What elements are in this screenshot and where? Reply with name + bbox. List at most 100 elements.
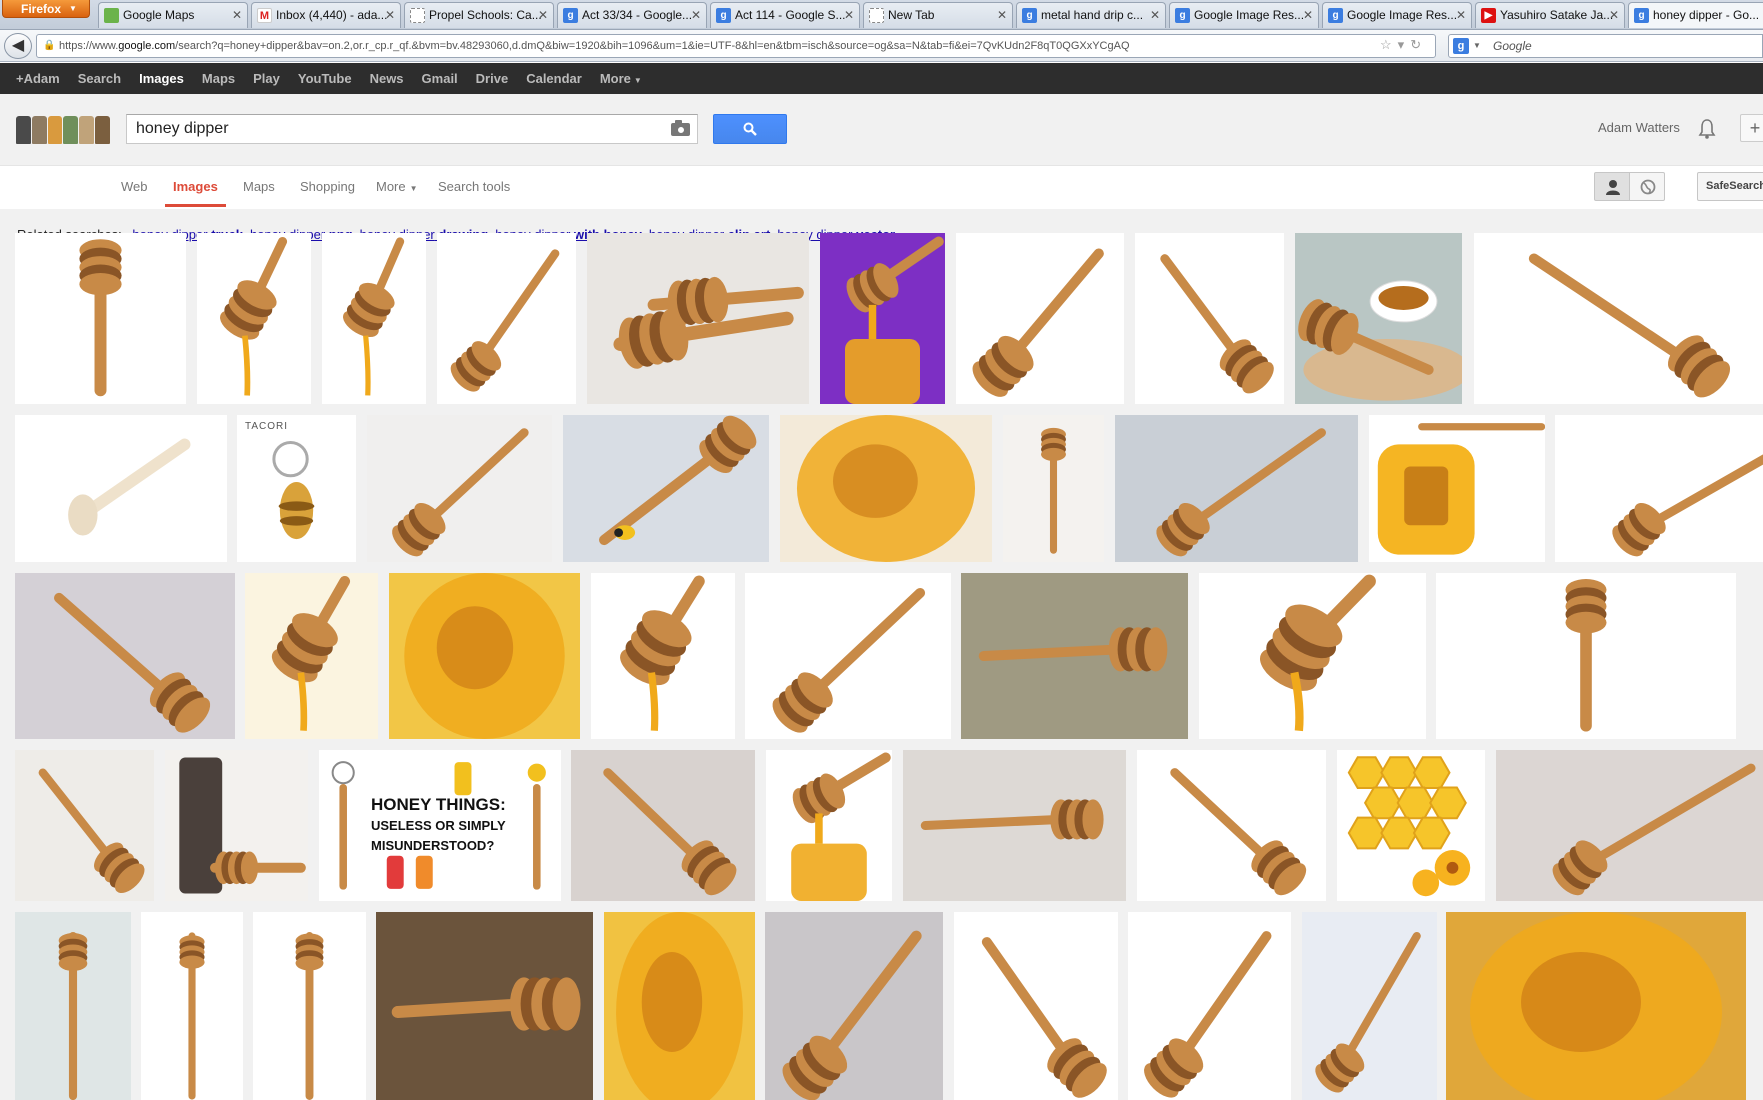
tab-web[interactable]: Web: [121, 167, 148, 207]
image-result-thumbnail[interactable]: HONEY THINGS: USELESS OR SIMPLY MISUNDERST…: [319, 750, 561, 901]
browser-tab[interactable]: g metal hand drip c... ✕: [1016, 2, 1166, 28]
image-result-thumbnail[interactable]: [1137, 750, 1326, 901]
image-result-thumbnail[interactable]: [165, 750, 308, 901]
image-result-thumbnail[interactable]: [820, 233, 945, 404]
image-result-thumbnail[interactable]: TACORI: [237, 415, 356, 562]
image-result-thumbnail[interactable]: [1555, 415, 1763, 562]
image-result-thumbnail[interactable]: [15, 912, 131, 1100]
bell-icon[interactable]: [1698, 118, 1716, 140]
close-icon[interactable]: ✕: [538, 3, 548, 27]
image-result-thumbnail[interactable]: [1128, 912, 1291, 1100]
gbar-link-images[interactable]: Images: [130, 63, 193, 94]
gbar-link-gmail[interactable]: Gmail: [413, 63, 467, 94]
address-bar[interactable]: 🔒 https://www.google.com/search?q=honey+…: [36, 34, 1436, 58]
history-dropdown-icon[interactable]: ▾: [1398, 37, 1411, 52]
image-result-thumbnail[interactable]: [780, 415, 992, 562]
image-result-thumbnail[interactable]: [745, 573, 951, 739]
image-result-thumbnail[interactable]: [197, 233, 311, 404]
image-result-thumbnail[interactable]: [961, 573, 1188, 739]
image-result-thumbnail[interactable]: [571, 750, 755, 901]
browser-tab[interactable]: g Google Image Res... ✕: [1169, 2, 1319, 28]
gbar-link-adam[interactable]: +Adam: [7, 63, 69, 94]
image-result-thumbnail[interactable]: [389, 573, 580, 739]
image-result-thumbnail[interactable]: [1135, 233, 1284, 404]
bookmark-star-icon[interactable]: ☆: [1380, 37, 1398, 52]
browser-tab[interactable]: g Google Image Res... ✕: [1322, 2, 1472, 28]
google-engine-icon[interactable]: g: [1453, 38, 1469, 54]
google-doodle-logo[interactable]: [16, 114, 111, 146]
browser-tab[interactable]: ghoney dipper - Go...✕: [1628, 2, 1763, 28]
tab-more[interactable]: More ▼: [376, 167, 418, 207]
image-result-thumbnail[interactable]: [563, 415, 769, 562]
close-icon[interactable]: ✕: [232, 3, 242, 27]
image-result-thumbnail[interactable]: [954, 912, 1118, 1100]
browser-search-field[interactable]: g ▼ Google: [1448, 34, 1763, 58]
image-result-thumbnail[interactable]: [1302, 912, 1437, 1100]
gbar-link-youtube[interactable]: YouTube: [289, 63, 361, 94]
close-icon[interactable]: ✕: [1303, 3, 1313, 27]
image-result-thumbnail[interactable]: [604, 912, 755, 1100]
image-result-thumbnail[interactable]: [1295, 233, 1462, 404]
browser-tab[interactable]: g Act 114 - Google S... ✕: [710, 2, 860, 28]
image-result-thumbnail[interactable]: [15, 750, 154, 901]
gbar-link-calendar[interactable]: Calendar: [517, 63, 591, 94]
image-result-thumbnail[interactable]: [1337, 750, 1485, 901]
image-result-thumbnail[interactable]: [322, 233, 426, 404]
image-result-thumbnail[interactable]: [1199, 573, 1426, 739]
gbar-link-drive[interactable]: Drive: [467, 63, 518, 94]
gbar-link-maps[interactable]: Maps: [193, 63, 244, 94]
close-icon[interactable]: ✕: [1150, 3, 1160, 27]
browser-tab[interactable]: g Act 33/34 - Google... ✕: [557, 2, 707, 28]
image-result-thumbnail[interactable]: [1369, 415, 1545, 562]
personal-results-button[interactable]: [1594, 172, 1630, 201]
image-result-thumbnail[interactable]: [141, 912, 243, 1100]
safesearch-button[interactable]: SafeSearch: [1697, 172, 1763, 201]
close-icon[interactable]: ✕: [844, 3, 854, 27]
image-result-thumbnail[interactable]: [1474, 233, 1763, 404]
gbar-link-search[interactable]: Search: [69, 63, 130, 94]
close-icon[interactable]: ✕: [691, 3, 701, 27]
browser-tab[interactable]: ▶ Yasuhiro Satake Ja... ✕: [1475, 2, 1625, 28]
search-input[interactable]: honey dipper: [126, 114, 698, 144]
firefox-menu-button[interactable]: Firefox ▼: [2, 0, 90, 18]
tab-shopping[interactable]: Shopping: [300, 167, 355, 207]
image-result-thumbnail[interactable]: [367, 415, 552, 562]
image-result-thumbnail[interactable]: [15, 573, 235, 739]
image-result-thumbnail[interactable]: [245, 573, 378, 739]
close-icon[interactable]: ✕: [385, 3, 395, 27]
gbar-link-news[interactable]: News: [361, 63, 413, 94]
image-result-thumbnail[interactable]: [437, 233, 576, 404]
image-result-thumbnail[interactable]: [587, 233, 809, 404]
image-result-thumbnail[interactable]: [956, 233, 1124, 404]
image-result-thumbnail[interactable]: [1446, 912, 1746, 1100]
engine-dropdown-icon[interactable]: ▼: [1473, 35, 1481, 57]
browser-tab[interactable]: M Inbox (4,440) - ada... ✕: [251, 2, 401, 28]
image-result-thumbnail[interactable]: [766, 750, 892, 901]
browser-tab[interactable]: New Tab ✕: [863, 2, 1013, 28]
camera-icon[interactable]: [671, 120, 690, 136]
tab-images[interactable]: Images: [165, 167, 226, 207]
close-icon[interactable]: ✕: [1609, 3, 1619, 27]
reload-icon[interactable]: ↻: [1410, 37, 1427, 52]
image-result-thumbnail[interactable]: [903, 750, 1126, 901]
browser-tab[interactable]: Google Maps ✕: [98, 2, 248, 28]
gbar-link-play[interactable]: Play: [244, 63, 289, 94]
search-button[interactable]: [713, 114, 787, 144]
gbar-link-more[interactable]: More ▼: [591, 63, 651, 94]
image-result-thumbnail[interactable]: [253, 912, 366, 1100]
account-name-link[interactable]: Adam Watters: [1598, 120, 1680, 135]
image-result-thumbnail[interactable]: [765, 912, 943, 1100]
image-result-thumbnail[interactable]: [15, 233, 186, 404]
image-result-thumbnail[interactable]: [1496, 750, 1763, 901]
global-results-button[interactable]: [1629, 172, 1665, 201]
back-button[interactable]: ◀: [4, 33, 32, 59]
image-result-thumbnail[interactable]: [15, 415, 227, 562]
image-result-thumbnail[interactable]: [1436, 573, 1736, 739]
image-result-thumbnail[interactable]: [376, 912, 593, 1100]
image-result-thumbnail[interactable]: [1115, 415, 1358, 562]
image-result-thumbnail[interactable]: [591, 573, 735, 739]
image-result-thumbnail[interactable]: [1003, 415, 1104, 562]
close-icon[interactable]: ✕: [997, 3, 1007, 27]
close-icon[interactable]: ✕: [1456, 3, 1466, 27]
tab-maps[interactable]: Maps: [243, 167, 275, 207]
